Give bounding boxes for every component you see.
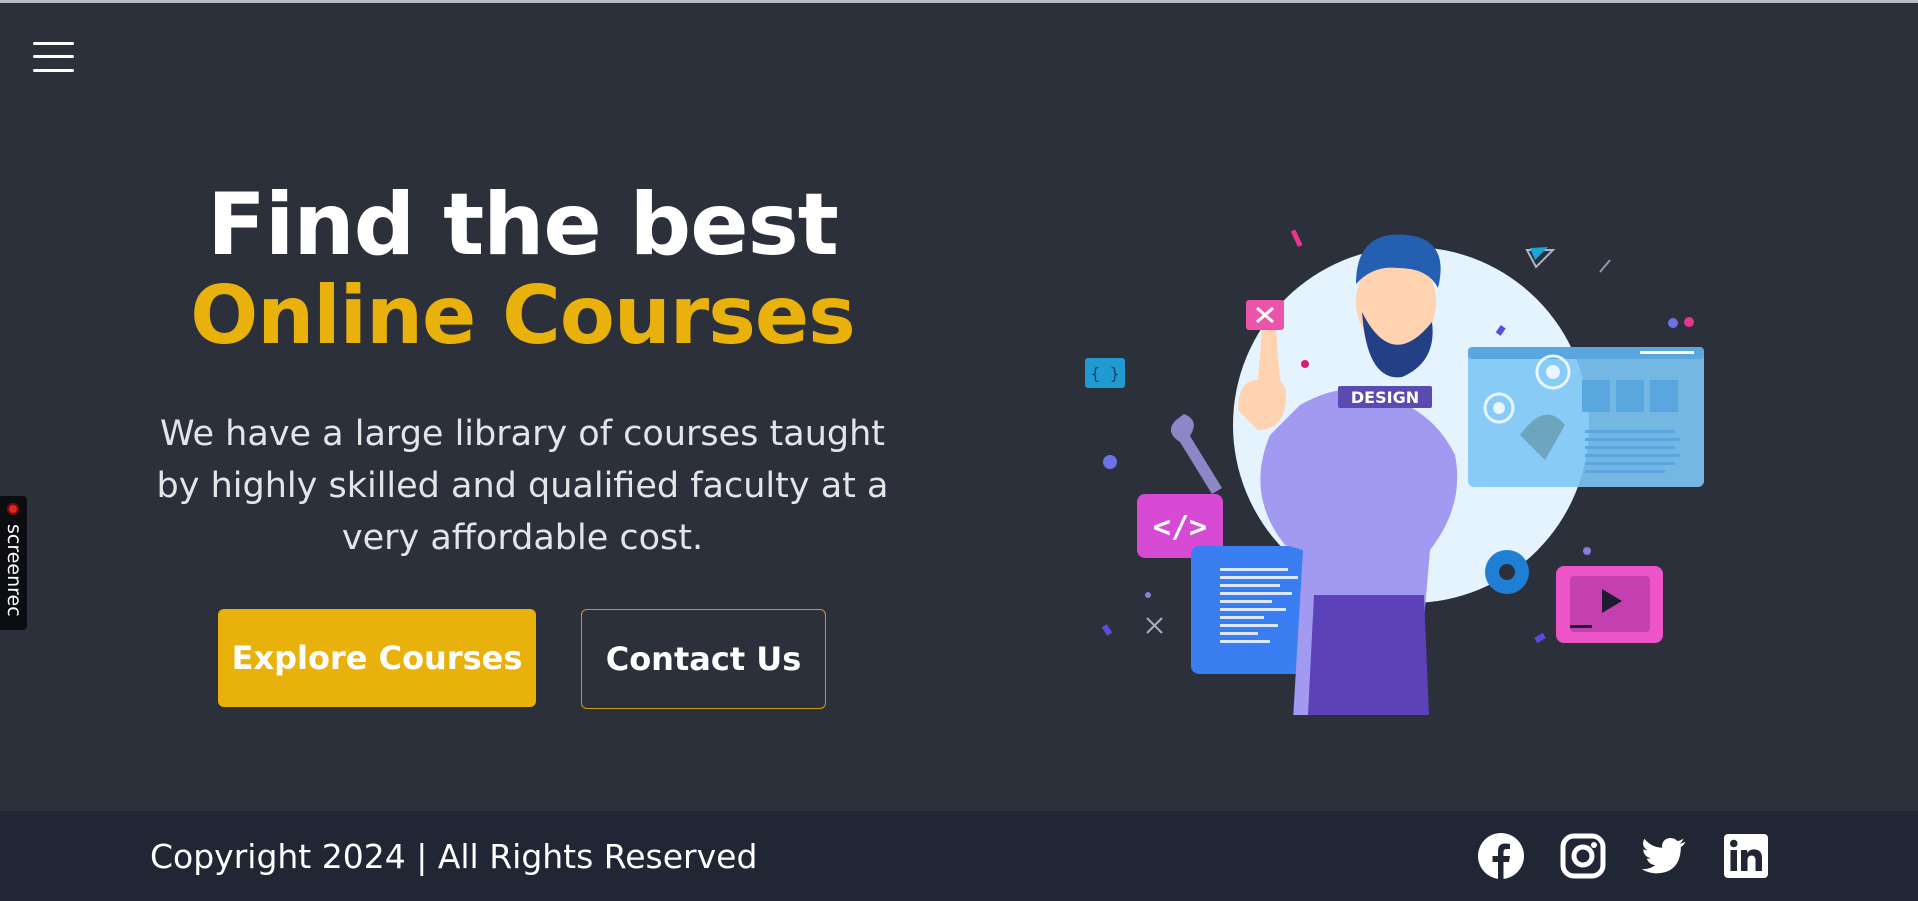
- hero-title-highlight: Online Courses: [190, 269, 855, 362]
- svg-text:</>: </>: [1153, 510, 1207, 545]
- instagram-icon[interactable]: [1560, 833, 1606, 879]
- window-top-border: [0, 0, 1918, 3]
- svg-text:{ }: { }: [1091, 364, 1120, 383]
- footer: Copyright 2024 | All Rights Reserved: [0, 811, 1918, 901]
- hero-illustration: { } </> DESIGN: [1085, 229, 1704, 715]
- screen-recorder-tab[interactable]: screenrec: [0, 496, 27, 630]
- hero-title: Find the best: [207, 175, 839, 275]
- menu-hamburger-icon[interactable]: [33, 42, 74, 74]
- facebook-icon[interactable]: [1478, 833, 1524, 879]
- linkedin-icon[interactable]: [1723, 833, 1769, 879]
- design-badge-label: DESIGN: [1351, 388, 1419, 407]
- recorder-label: screenrec: [3, 524, 25, 617]
- hero-buttons: Explore Courses Contact Us: [218, 609, 826, 709]
- contact-us-button[interactable]: Contact Us: [581, 609, 826, 709]
- explore-courses-button[interactable]: Explore Courses: [218, 609, 536, 707]
- twitter-icon[interactable]: [1641, 833, 1687, 879]
- record-dot-icon: [7, 503, 19, 515]
- hero-text: Find the best Online Courses We have a l…: [130, 180, 915, 564]
- hero-description: We have a large library of courses taugh…: [156, 414, 889, 558]
- copyright-text: Copyright 2024 | All Rights Reserved: [150, 837, 758, 876]
